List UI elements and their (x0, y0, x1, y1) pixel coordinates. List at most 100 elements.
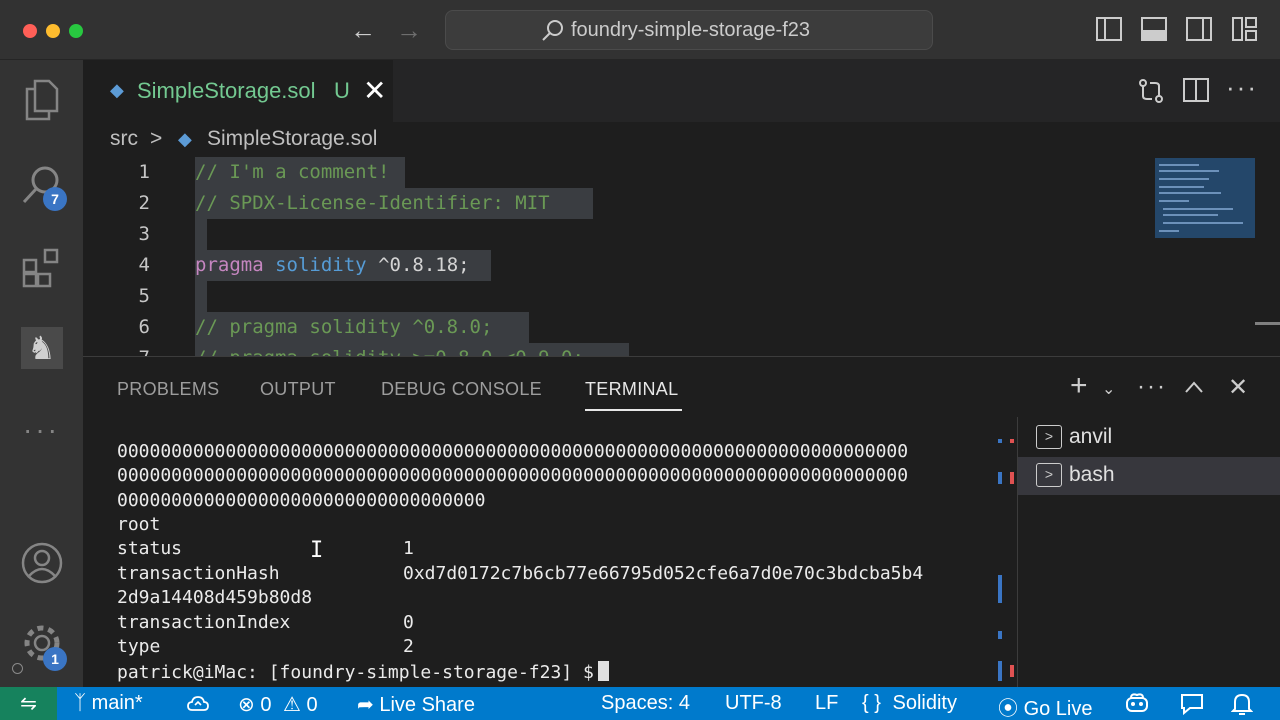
command-center-search[interactable]: foundry-simple-storage-f23 (445, 10, 933, 50)
line-number: 5 (138, 285, 150, 307)
terminal-name: anvil (1069, 425, 1113, 448)
code-text: pragma solidity ^0.8.18; (195, 254, 470, 276)
breadcrumb-folder[interactable]: src (110, 127, 138, 151)
more-views-button[interactable]: ··· (0, 395, 83, 465)
toggle-panel-icon[interactable] (1141, 17, 1167, 41)
maximize-window-button[interactable] (69, 24, 83, 38)
notifications-bell-icon[interactable] (1231, 692, 1253, 716)
feedback-icon[interactable] (1180, 693, 1204, 715)
terminal-list: > anvil > bash (1017, 417, 1280, 687)
close-panel-icon[interactable]: ✕ (1228, 373, 1248, 402)
prompt-text: patrick@iMac: [foundry-simple-storage-f2… (117, 662, 594, 683)
code-line: 7 // pragma solidity >=0.8.0 <0.9.0; (83, 343, 1253, 357)
search-icon (542, 20, 563, 41)
tab-filename: SimpleStorage.sol (137, 78, 316, 103)
terminal-icon: > (1036, 425, 1062, 449)
code-editor[interactable]: 1 // I'm a comment! 2 // SPDX-License-Id… (83, 157, 1253, 357)
live-share-button[interactable]: ➦ Live Share (357, 692, 475, 717)
tab-debug-console[interactable]: DEBUG CONSOLE (381, 379, 542, 400)
terminal-item-bash[interactable]: > bash (1018, 457, 1280, 495)
panel-more-actions-icon[interactable]: ··· (1137, 373, 1167, 401)
selection-highlight (195, 281, 207, 312)
maximize-panel-chevron-up-icon[interactable] (1185, 381, 1203, 393)
account-avatar-button[interactable]: ♞ (0, 313, 83, 383)
remote-indicator-button[interactable]: ⇋ (0, 687, 57, 720)
encoding-button[interactable]: UTF-8 (725, 692, 782, 715)
knight-avatar-icon: ♞ (20, 327, 63, 369)
forward-arrow-icon[interactable]: → (396, 14, 422, 46)
editor-more-actions-icon[interactable]: ··· (1226, 72, 1258, 103)
indentation-button[interactable]: Spaces: 4 (601, 692, 690, 715)
code-line: 3 (83, 219, 1253, 250)
terminal-dropdown-chevron-icon[interactable]: ⌄ (1102, 379, 1115, 399)
terminal-name: bash (1069, 463, 1115, 486)
solidity-file-icon: ◆ (178, 129, 192, 149)
split-editor-icon[interactable] (1183, 78, 1209, 102)
code-line: 5 (83, 281, 1253, 312)
terminal-line: 0000000000000000000000000000000000 (117, 490, 486, 511)
code-line: 4 pragma solidity ^0.8.18; (83, 250, 1253, 281)
language-mode-button[interactable]: { } Solidity (862, 692, 957, 715)
explorer-button[interactable] (0, 65, 83, 135)
toggle-primary-sidebar-icon[interactable] (1096, 17, 1122, 41)
go-live-button[interactable]: ⦿ Go Live (998, 692, 1093, 720)
tab-output[interactable]: OUTPUT (260, 379, 336, 400)
line-number: 2 (138, 192, 150, 214)
live-share-arrow-icon: ➦ (357, 694, 374, 716)
settings-badge: 1 (43, 647, 67, 671)
sync-cloud-icon[interactable] (187, 695, 209, 713)
account-icon (21, 542, 62, 584)
extensions-icon (22, 248, 58, 288)
error-count: 0 (260, 694, 272, 716)
bottom-panel: PROBLEMS OUTPUT DEBUG CONSOLE TERMINAL +… (83, 356, 1280, 687)
warning-count: 0 (306, 694, 318, 716)
tab-problems[interactable]: PROBLEMS (117, 379, 219, 400)
open-changes-icon[interactable] (1138, 78, 1164, 104)
copilot-icon[interactable] (1124, 692, 1150, 714)
problems-item[interactable]: ⊗ 0 ⚠ 0 (238, 692, 318, 717)
toggle-secondary-sidebar-icon[interactable] (1186, 17, 1212, 41)
line-number: 6 (138, 316, 150, 338)
accounts-button[interactable] (0, 528, 83, 598)
command-decoration-icon[interactable] (12, 663, 23, 674)
version-text: ^0.8.18; (378, 254, 470, 276)
close-window-button[interactable] (23, 24, 37, 38)
branch-item[interactable]: ᛉ main* (74, 692, 143, 715)
field-value: 0 (403, 612, 414, 633)
eol-button[interactable]: LF (815, 692, 838, 715)
search-button[interactable]: 7 (0, 150, 83, 220)
title-bar: ← → foundry-simple-storage-f23 (0, 0, 1280, 60)
breadcrumb-file[interactable]: SimpleStorage.sol (207, 127, 377, 151)
terminal-output[interactable]: 0000000000000000000000000000000000000000… (117, 441, 997, 691)
language-braces-icon: { } (862, 692, 881, 714)
line-number: 3 (138, 223, 150, 245)
tab-untracked-status: U (334, 78, 350, 103)
customize-layout-icon[interactable] (1232, 17, 1258, 41)
new-terminal-plus-icon[interactable]: + (1070, 369, 1088, 403)
code-line: 1 // I'm a comment! (83, 157, 1253, 188)
workspace-title: foundry-simple-storage-f23 (571, 19, 810, 41)
code-line: 2 // SPDX-License-Identifier: MIT (83, 188, 1253, 219)
broadcast-icon: ⦿ (998, 698, 1018, 720)
field-key: root (117, 514, 161, 535)
field-key: type (117, 636, 161, 657)
terminal-cursor (597, 661, 609, 681)
code-text: // pragma solidity ^0.8.0; (195, 316, 493, 338)
status-bar: ⇋ ᛉ main* ⊗ 0 ⚠ 0 ➦ Live Share Spaces: 4… (0, 687, 1280, 720)
minimize-window-button[interactable] (46, 24, 60, 38)
solidity-file-icon: ◆ (110, 80, 124, 100)
terminal-item-anvil[interactable]: > anvil (1018, 419, 1280, 457)
close-tab-icon[interactable]: ✕ (363, 74, 386, 107)
code-line: 6 // pragma solidity ^0.8.0; (83, 312, 1253, 343)
terminal-icon: > (1036, 463, 1062, 487)
tab-simplestorage[interactable]: ◆ SimpleStorage.sol U ✕ (83, 60, 393, 122)
tab-terminal[interactable]: TERMINAL (585, 379, 678, 400)
field-key: transactionHash (117, 563, 280, 584)
field-key: status (117, 538, 183, 559)
go-live-label: Go Live (1023, 698, 1093, 720)
back-arrow-icon[interactable]: ← (350, 14, 376, 46)
minimap[interactable] (1155, 158, 1255, 238)
error-icon: ⊗ (238, 694, 255, 716)
extensions-button[interactable] (0, 233, 83, 303)
active-tab-indicator (585, 409, 682, 411)
